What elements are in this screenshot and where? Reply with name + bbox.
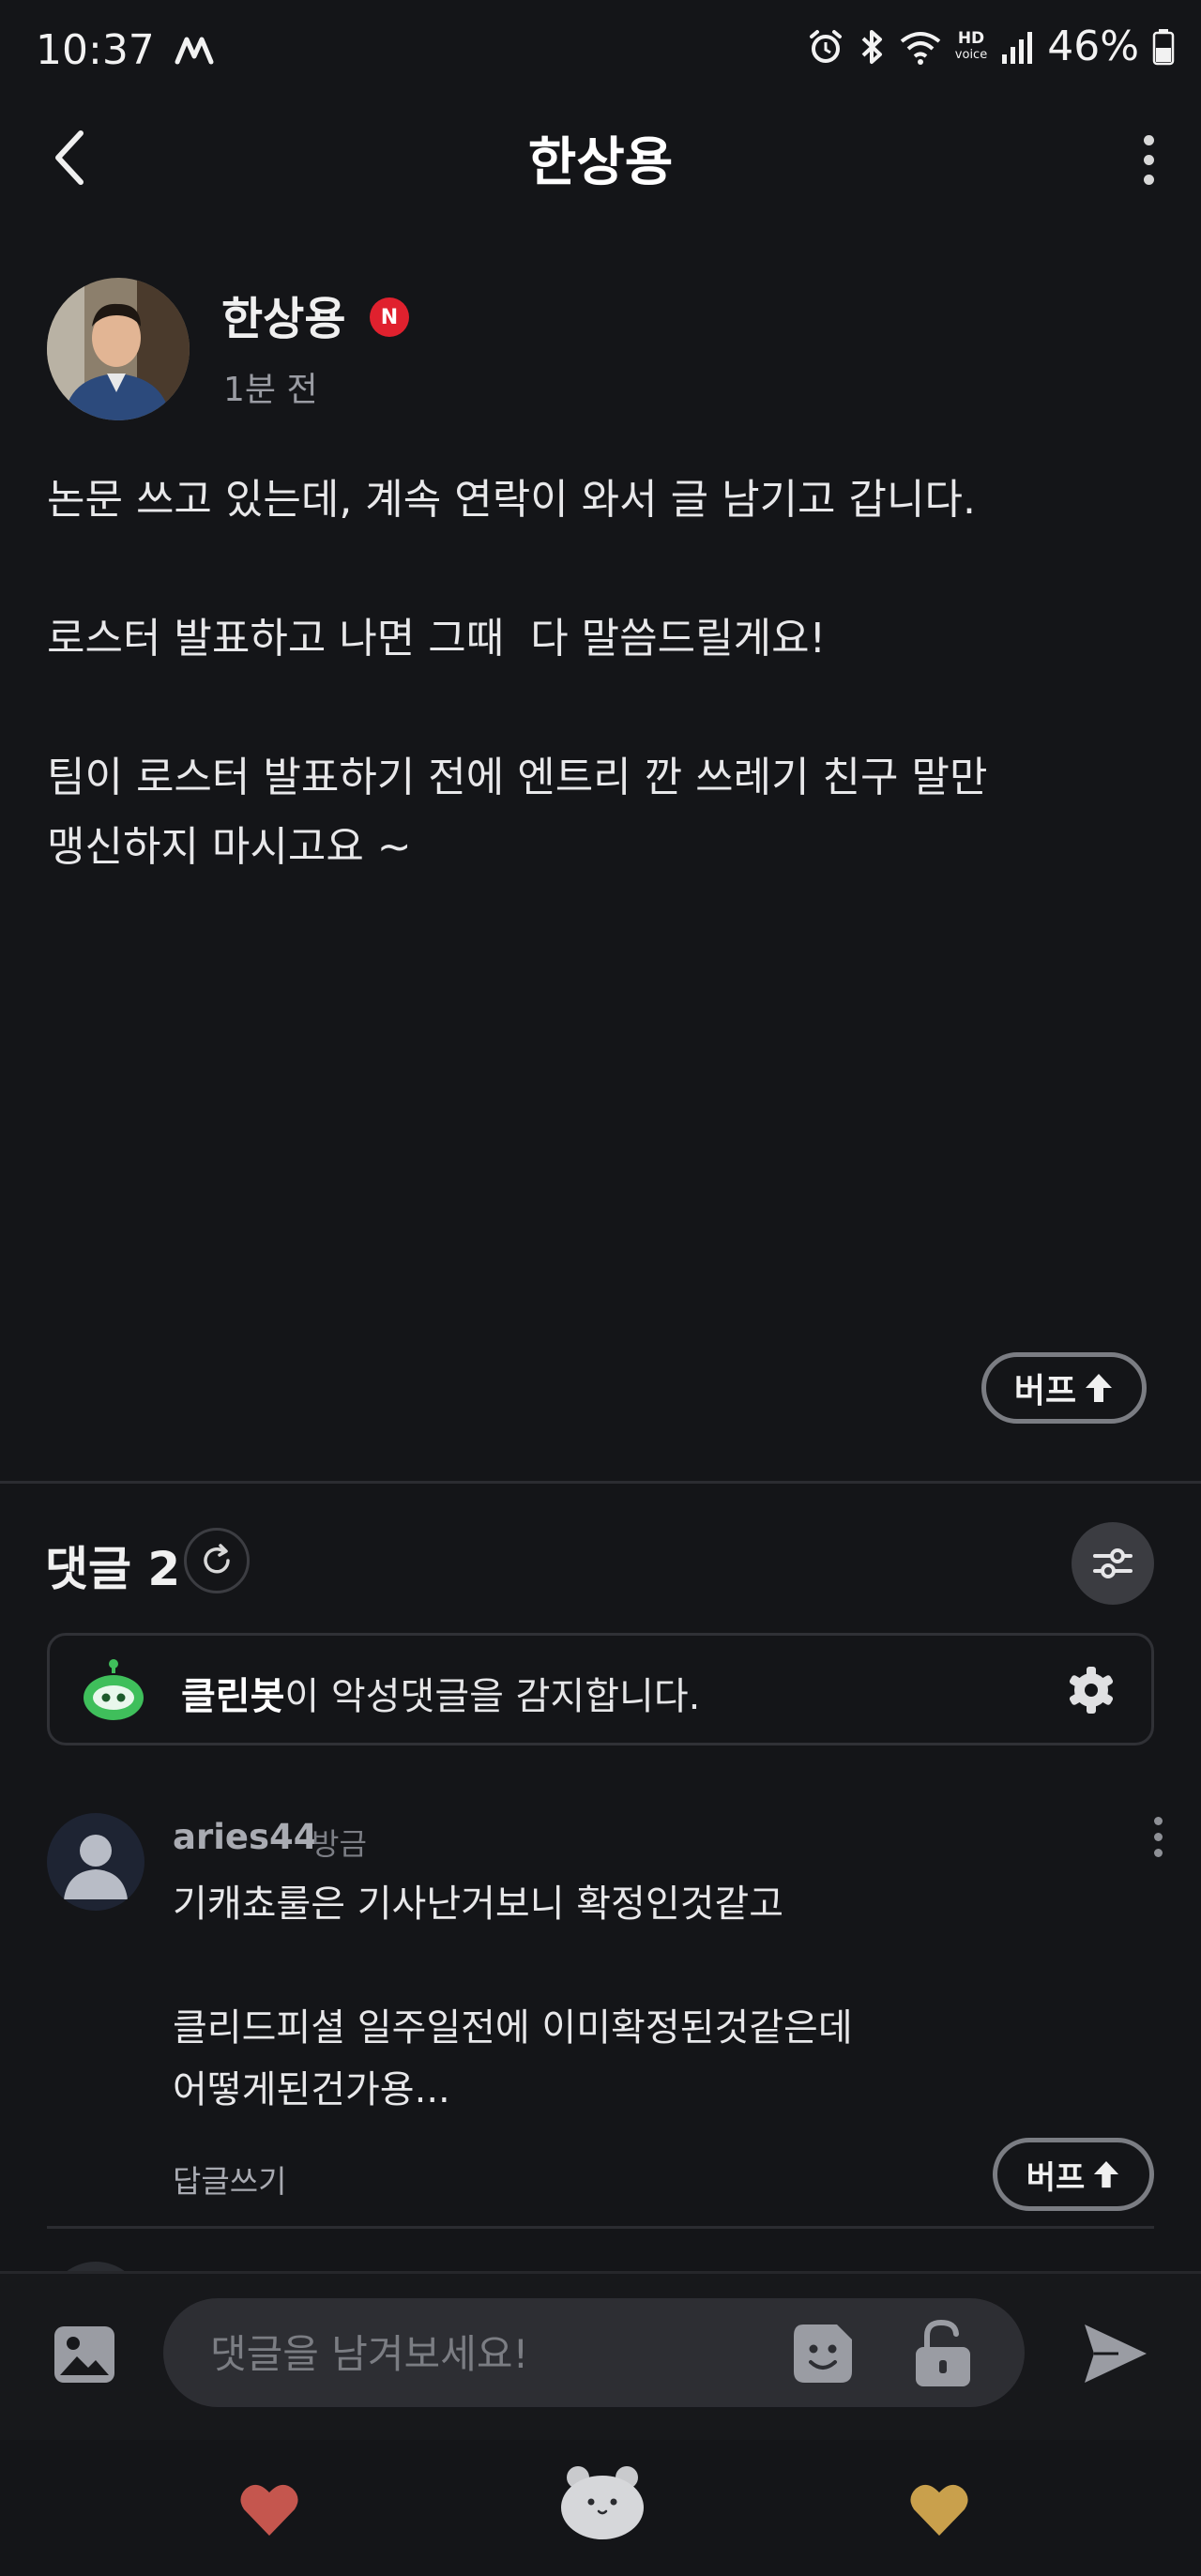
sticker-button[interactable] <box>790 2321 856 2386</box>
comments-count-label: 댓글 2 <box>45 1542 181 1596</box>
send-icon <box>1085 2324 1147 2383</box>
comment-body: 기캐쵸룰은 기사난거보니 확정인것같고 클리드피셜 일주일전에 이미확정된것같은… <box>173 1882 853 2111</box>
more-options-button[interactable] <box>1118 122 1178 197</box>
author-name[interactable]: 한상용 <box>221 282 345 347</box>
status-icons: HD voice 46% <box>807 23 1175 70</box>
status-time: 10:37 <box>36 26 217 74</box>
refresh-icon <box>204 1544 230 1574</box>
author-photo <box>47 278 190 420</box>
reaction-bar <box>0 2440 1201 2576</box>
cleanbot-settings-button[interactable] <box>1065 1664 1117 1716</box>
post-buff-button[interactable]: 버프 <box>981 1352 1147 1424</box>
battery-icon <box>1152 28 1175 65</box>
arrow-up-icon <box>1094 2160 1119 2188</box>
cleanbot-notice: 클린봇이 악성댓글을 감지합니다. <box>47 1633 1154 1745</box>
new-badge: N <box>370 297 409 337</box>
m-logo-icon <box>175 37 214 65</box>
gold-like-button[interactable] <box>908 2481 970 2538</box>
wifi-icon <box>900 31 941 65</box>
section-divider <box>0 1481 1201 1484</box>
comment-buff-button[interactable]: 버프 <box>993 2138 1154 2211</box>
gear-icon <box>1069 1667 1114 1714</box>
like-button[interactable] <box>238 2481 300 2538</box>
reply-button[interactable]: 답글쓰기 <box>173 2157 286 2202</box>
bear-reaction-button[interactable] <box>557 2461 647 2541</box>
cleanbot-message: 클린봇이 악성댓글을 감지합니다. <box>181 1666 700 1720</box>
arrow-up-icon <box>1086 1374 1113 1402</box>
page-title: 한상용 <box>527 132 674 193</box>
more-vertical-icon <box>1143 134 1154 145</box>
default-user-icon <box>64 1835 128 1899</box>
cleanbot-name: 클린봇 <box>181 1675 285 1718</box>
bluetooth-icon <box>861 29 882 64</box>
refresh-comments-button[interactable] <box>184 1528 250 1593</box>
bear-icon <box>561 2466 644 2539</box>
post-body: 논문 쓰고 있는데, 계속 연락이 와서 글 남기고 갑니다. 로스터 발표하고… <box>47 476 988 871</box>
comment-input-bar <box>0 2271 1201 2443</box>
lock-open-icon <box>916 2319 970 2386</box>
secret-comment-toggle[interactable] <box>910 2317 976 2388</box>
send-button[interactable] <box>1081 2321 1150 2386</box>
comment-avatar[interactable] <box>47 1813 144 1911</box>
signal-icon <box>1002 31 1033 64</box>
status-bar: 10:37 HD voice 46% <box>0 0 1201 103</box>
buff-label: 버프 <box>1026 2158 1086 2197</box>
comment-input[interactable] <box>208 2319 737 2388</box>
author-avatar[interactable] <box>47 278 190 420</box>
hd-label: HD <box>957 28 985 48</box>
cleanbot-text: 이 악성댓글을 감지합니다. <box>284 1675 701 1718</box>
filter-sliders-icon <box>1093 1548 1133 1578</box>
comment-more-button[interactable] <box>1147 1817 1169 1864</box>
attach-image-button[interactable] <box>53 2323 116 2386</box>
battery-percent: 46% <box>1047 23 1139 70</box>
status-time-text: 10:37 <box>36 26 155 74</box>
hd-voice-indicator: HD voice <box>955 30 987 64</box>
heart-gold-icon <box>910 2484 968 2536</box>
post-time: 1분 전 <box>223 371 318 409</box>
comment-time: 방금 <box>312 1826 367 1862</box>
comment-input-container <box>163 2298 1025 2407</box>
cleanbot-robot-icon <box>84 1659 144 1720</box>
comment-filter-button[interactable] <box>1072 1522 1154 1605</box>
comment-divider <box>47 2226 1154 2229</box>
heart-red-icon <box>240 2484 298 2536</box>
voice-label: voice <box>954 47 988 62</box>
image-icon <box>54 2326 114 2383</box>
emoji-sticker-icon <box>794 2324 852 2383</box>
alarm-icon <box>809 29 842 63</box>
comment-username[interactable]: aries44 <box>173 1817 318 1857</box>
buff-label: 버프 <box>1013 1372 1077 1410</box>
more-vertical-icon <box>1153 1817 1163 1825</box>
